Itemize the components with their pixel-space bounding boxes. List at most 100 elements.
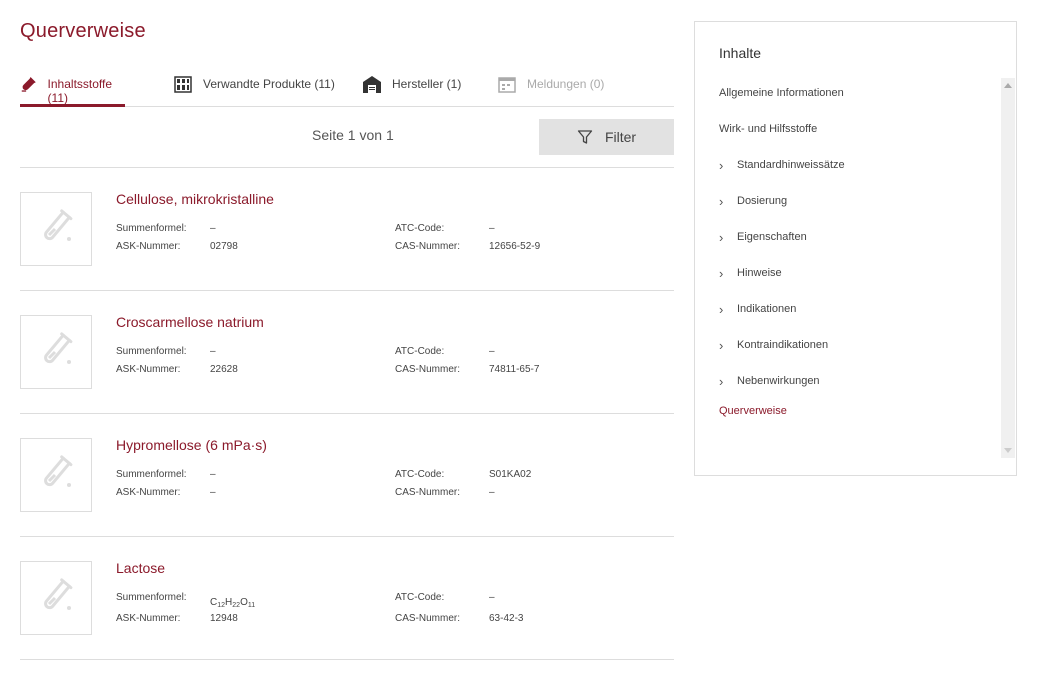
formula-value: C12H22O11 xyxy=(210,597,256,609)
substance-thumbnail xyxy=(20,438,92,512)
scroll-down-icon[interactable] xyxy=(1004,448,1012,453)
substance-item[interactable]: Cellulose, mikrokristalline Summenformel… xyxy=(20,168,674,291)
ask-value: 02798 xyxy=(210,241,238,252)
tab-inhaltsstoffe[interactable]: Inhaltsstoffe (11) xyxy=(20,70,125,107)
tab-meldungen[interactable]: Meldungen (0) xyxy=(497,70,604,106)
substance-thumbnail xyxy=(20,315,92,389)
substance-list: Cellulose, mikrokristalline Summenformel… xyxy=(20,168,674,660)
chevron-right-icon[interactable]: › xyxy=(719,158,729,173)
cas-label: CAS-Nummer: xyxy=(395,241,461,252)
toc-item[interactable]: › Dosierung xyxy=(719,183,999,219)
substance-item[interactable]: Hypromellose (6 mPa·s) Summenformel: – A… xyxy=(20,414,674,537)
atc-value: – xyxy=(489,346,495,357)
cas-label: CAS-Nummer: xyxy=(395,613,461,624)
atc-label: ATC-Code: xyxy=(395,592,445,603)
substance-name-link[interactable]: Cellulose, mikrokristalline xyxy=(116,191,274,207)
ask-label: ASK-Nummer: xyxy=(116,487,181,498)
tab-bar: Inhaltsstoffe (11) Verwandte Produkte (1… xyxy=(20,70,674,107)
page-info: Seite 1 von 1 xyxy=(312,127,394,143)
ask-label: ASK-Nummer: xyxy=(116,613,181,624)
tab-label: Inhaltsstoffe (11) xyxy=(47,77,113,105)
formula-label: Summenformel: xyxy=(116,469,187,480)
factory-icon xyxy=(363,76,381,93)
formula-value: – xyxy=(210,469,216,480)
substance-thumbnail xyxy=(20,192,92,266)
atc-label: ATC-Code: xyxy=(395,346,445,357)
toc-item[interactable]: › Standardhinweissätze xyxy=(719,147,999,183)
formula-label: Summenformel: xyxy=(116,223,187,234)
substance-name-link[interactable]: Croscarmellose natrium xyxy=(116,314,264,330)
sidebar-title: Inhalte xyxy=(719,45,762,61)
toc-item[interactable]: Wirk- und Hilfsstoffe xyxy=(719,111,999,147)
toc-item-label: Eigenschaften xyxy=(737,231,807,243)
ask-label: ASK-Nummer: xyxy=(116,364,181,375)
ask-value: – xyxy=(210,487,216,498)
ask-value: 22628 xyxy=(210,364,238,375)
toc-list: Allgemeine Informationen Wirk- und Hilfss… xyxy=(719,75,999,423)
scrollbar[interactable] xyxy=(1001,78,1015,458)
calendar-icon xyxy=(498,77,516,93)
toc-item[interactable]: › Kontraindikationen xyxy=(719,327,999,363)
toc-item-label: Kontraindikationen xyxy=(737,339,829,351)
test-tube-icon xyxy=(21,76,36,92)
substance-item[interactable]: Lactose Summenformel: C12H22O11 ASK-Numm… xyxy=(20,537,674,660)
substance-item[interactable]: Croscarmellose natrium Summenformel: – A… xyxy=(20,291,674,414)
chevron-right-icon[interactable]: › xyxy=(719,230,729,245)
atc-value: S01KA02 xyxy=(489,469,532,480)
chevron-right-icon[interactable]: › xyxy=(719,194,729,209)
page-title: Querverweise xyxy=(20,20,146,42)
ask-value: 12948 xyxy=(210,613,238,624)
atc-value: – xyxy=(489,592,495,603)
chevron-right-icon[interactable]: › xyxy=(719,266,729,281)
toc-item-label: Indikationen xyxy=(737,303,797,315)
scroll-up-icon[interactable] xyxy=(1004,83,1012,88)
cas-value: 12656-52-9 xyxy=(489,241,541,252)
atc-label: ATC-Code: xyxy=(395,223,445,234)
toc-item[interactable]: › Nebenwirkungen xyxy=(719,363,999,399)
filter-button[interactable]: Filter xyxy=(539,119,674,155)
pager-row: Seite 1 von 1 Filter xyxy=(20,107,674,168)
toc-item-label: Dosierung xyxy=(737,195,788,207)
toc-item-label: Standardhinweissätze xyxy=(737,159,845,171)
cas-label: CAS-Nummer: xyxy=(395,487,461,498)
product-grid-icon xyxy=(174,76,192,93)
toc-item-label: Querverweise xyxy=(719,405,787,417)
atc-label: ATC-Code: xyxy=(395,469,445,480)
toc-item[interactable]: Allgemeine Informationen xyxy=(719,75,999,111)
formula-value: – xyxy=(210,223,216,234)
toc-item[interactable]: › Eigenschaften xyxy=(719,219,999,255)
toc-sidebar: Inhalte Allgemeine Informationen Wirk- un… xyxy=(694,21,1017,476)
substance-name-link[interactable]: Hypromellose (6 mPa·s) xyxy=(116,437,267,453)
formula-label: Summenformel: xyxy=(116,592,187,603)
funnel-icon xyxy=(577,130,593,144)
tab-hersteller[interactable]: Hersteller (1) xyxy=(362,70,461,106)
toc-item-label: Allgemeine Informationen xyxy=(719,87,844,99)
tab-label: Verwandte Produkte (11) xyxy=(203,77,335,91)
test-tube-icon xyxy=(36,330,76,375)
substance-name-link[interactable]: Lactose xyxy=(116,560,165,576)
atc-value: – xyxy=(489,223,495,234)
tab-label: Hersteller (1) xyxy=(392,77,462,91)
formula-label: Summenformel: xyxy=(116,346,187,357)
test-tube-icon xyxy=(36,453,76,498)
tab-verwandte-produkte[interactable]: Verwandte Produkte (11) xyxy=(173,70,335,106)
cas-label: CAS-Nummer: xyxy=(395,364,461,375)
chevron-right-icon[interactable]: › xyxy=(719,338,729,353)
substance-thumbnail xyxy=(20,561,92,635)
cas-value: 63-42-3 xyxy=(489,613,524,624)
toc-item[interactable]: › Hinweise xyxy=(719,255,999,291)
toc-item-label: Hinweise xyxy=(737,267,782,279)
test-tube-icon xyxy=(36,207,76,252)
cas-value: 74811-65-7 xyxy=(489,364,540,375)
formula-value: – xyxy=(210,346,216,357)
toc-item-label: Wirk- und Hilfsstoffe xyxy=(719,123,818,135)
chevron-right-icon[interactable]: › xyxy=(719,374,729,389)
toc-item[interactable]: Querverweise xyxy=(719,399,999,423)
test-tube-icon xyxy=(36,576,76,621)
cas-value: – xyxy=(489,487,495,498)
chevron-right-icon[interactable]: › xyxy=(719,302,729,317)
toc-item[interactable]: › Indikationen xyxy=(719,291,999,327)
filter-label: Filter xyxy=(604,129,637,145)
tab-label: Meldungen (0) xyxy=(527,77,605,91)
ask-label: ASK-Nummer: xyxy=(116,241,181,252)
